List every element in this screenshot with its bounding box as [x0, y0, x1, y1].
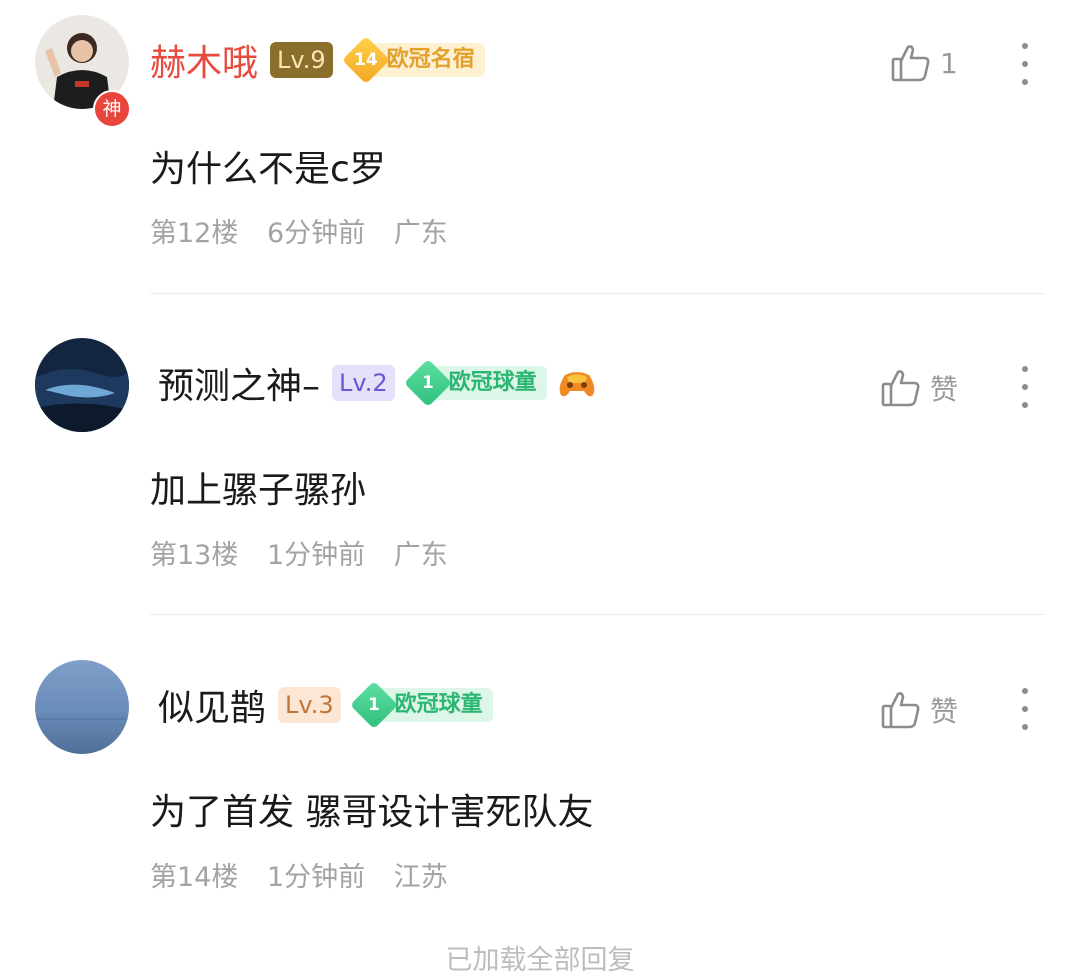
- like-label: 赞: [930, 373, 959, 406]
- level-badge: Lv.3: [278, 687, 341, 723]
- divider: [150, 293, 1045, 294]
- divider: [150, 614, 1045, 615]
- like-button[interactable]: 赞: [880, 363, 958, 413]
- ip-location: 江苏: [393, 862, 448, 893]
- name-row: 似见鹊 Lv.3 1 欧冠球童: [158, 680, 503, 730]
- comment-meta: 第14楼 1分钟前 江苏: [150, 855, 468, 894]
- god-badge: 神: [93, 90, 131, 128]
- thumbs-up-icon: [880, 689, 922, 731]
- like-count: 1: [940, 46, 958, 80]
- fan-badge: 1 欧冠球童: [403, 358, 547, 408]
- comment-content: 加上骡子骡孙: [150, 470, 367, 511]
- more-options-icon[interactable]: [1020, 366, 1030, 408]
- post-time: 6分钟前: [266, 218, 366, 249]
- like-button[interactable]: 1: [890, 38, 958, 88]
- comment-meta: 第12楼 6分钟前 广东: [150, 211, 468, 250]
- username[interactable]: 预测之神–: [158, 357, 320, 409]
- all-loaded-text: 已加载全部回复: [445, 945, 635, 976]
- level-badge: Lv.9: [270, 42, 333, 78]
- comment-meta: 第13楼 1分钟前 广东: [150, 533, 468, 572]
- comment-content: 为了首发 骡哥设计害死队友: [150, 792, 594, 833]
- floor-number: 第12楼: [150, 218, 239, 249]
- name-row: 预测之神– Lv.2 1 欧冠球童: [158, 358, 597, 408]
- post-time: 1分钟前: [266, 862, 366, 893]
- like-button[interactable]: 赞: [880, 685, 958, 735]
- level-badge: Lv.2: [332, 365, 395, 401]
- fan-badge: 14 欧冠名宿: [341, 35, 485, 85]
- user-avatar[interactable]: [35, 338, 129, 432]
- fan-badge: 1 欧冠球童: [349, 680, 493, 730]
- username[interactable]: 赫木哦: [150, 34, 258, 86]
- username[interactable]: 似见鹊: [158, 679, 266, 731]
- ip-location: 广东: [393, 218, 448, 249]
- thumbs-up-icon: [890, 42, 932, 84]
- more-options-icon[interactable]: [1020, 43, 1030, 85]
- like-label: 赞: [930, 695, 959, 728]
- game-controller-icon: [557, 363, 597, 403]
- floor-number: 第14楼: [150, 862, 239, 893]
- comment-content: 为什么不是c罗: [150, 149, 386, 190]
- post-time: 1分钟前: [266, 540, 366, 571]
- thumbs-up-icon: [880, 367, 922, 409]
- name-row: 赫木哦 Lv.9 14 欧冠名宿: [150, 35, 495, 85]
- user-avatar[interactable]: [35, 660, 129, 754]
- more-options-icon[interactable]: [1020, 688, 1030, 730]
- floor-number: 第13楼: [150, 540, 239, 571]
- ip-location: 广东: [393, 540, 448, 571]
